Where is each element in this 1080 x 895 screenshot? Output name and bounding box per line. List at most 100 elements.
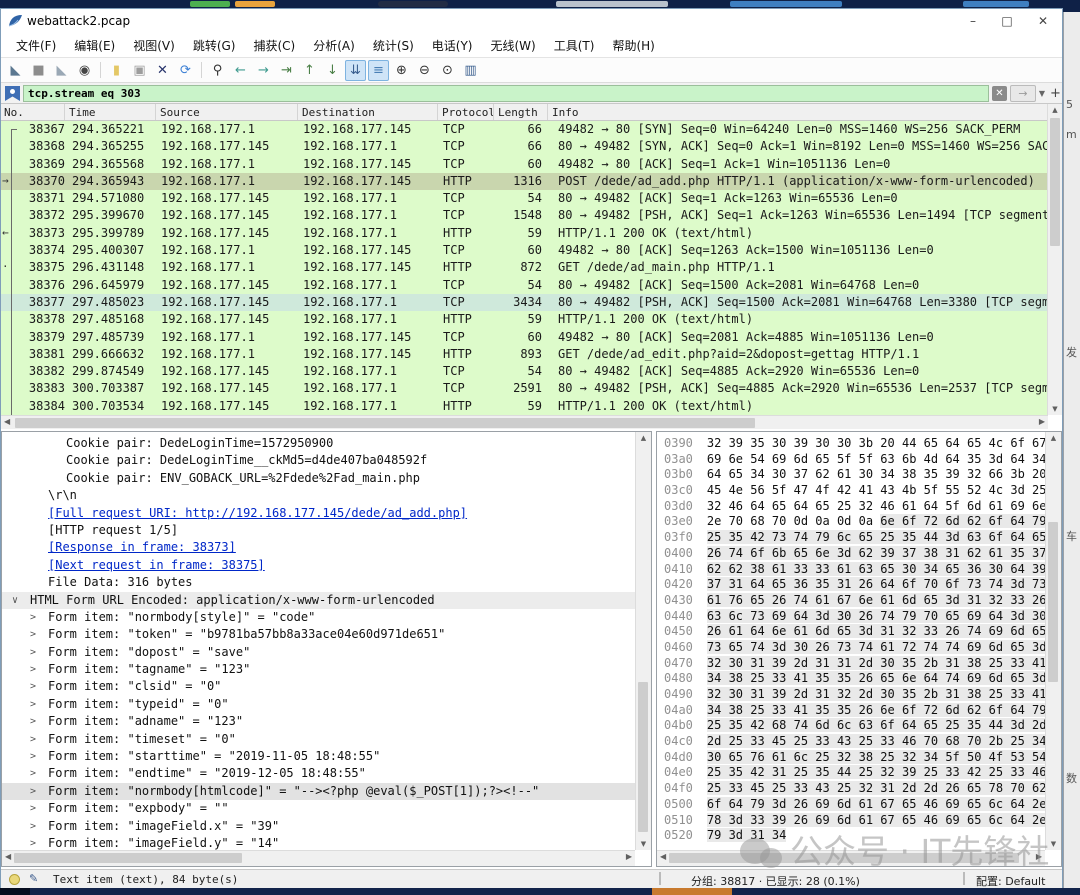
save-file-icon[interactable]: ▣ bbox=[129, 60, 150, 81]
packet-row[interactable]: 38377297.485023192.168.177.145192.168.17… bbox=[1, 294, 1048, 311]
detail-tree-item[interactable]: >Form item: "endtime" = "2019-12-05 18:4… bbox=[2, 765, 635, 782]
menu-item[interactable]: 统计(S) bbox=[364, 34, 423, 57]
packet-row[interactable]: ·38375296.431148192.168.177.1192.168.177… bbox=[1, 259, 1048, 276]
column-header[interactable]: Protocol bbox=[438, 104, 494, 120]
packet-row[interactable]: 38382299.874549192.168.177.145192.168.17… bbox=[1, 363, 1048, 380]
packet-row[interactable]: 38378297.485168192.168.177.145192.168.17… bbox=[1, 311, 1048, 328]
hex-line[interactable]: 047032 30 31 39 2d 31 31 2d 30 35 2b 31 … bbox=[657, 656, 1045, 672]
colorize-icon[interactable]: ≡ bbox=[368, 60, 389, 81]
column-header[interactable]: Source bbox=[156, 104, 298, 120]
packet-row[interactable]: 38372295.399670192.168.177.145192.168.17… bbox=[1, 207, 1048, 224]
go-first-icon[interactable]: ↑ bbox=[299, 60, 320, 81]
hex-line[interactable]: 046073 65 74 3d 30 26 73 74 61 72 74 74 … bbox=[657, 640, 1045, 656]
detail-tree-item[interactable]: Cookie pair: DedeLoginTime__ckMd5=d4de40… bbox=[2, 452, 635, 469]
menu-item[interactable]: 跳转(G) bbox=[184, 34, 245, 57]
zoom-in-icon[interactable]: ⊕ bbox=[391, 60, 412, 81]
column-header[interactable]: Destination bbox=[298, 104, 438, 120]
collapsed-arrow-icon[interactable]: > bbox=[30, 732, 36, 745]
menu-item[interactable]: 帮助(H) bbox=[603, 34, 663, 57]
packet-row[interactable]: 38379297.485739192.168.177.1192.168.177.… bbox=[1, 329, 1048, 346]
detail-tree-item[interactable]: >Form item: "normbody[htmlcode]" = "--><… bbox=[2, 783, 635, 800]
packet-row[interactable]: 38384300.703534192.168.177.145192.168.17… bbox=[1, 398, 1048, 415]
detail-tree-item[interactable]: >Form item: "timeset" = "0" bbox=[2, 731, 635, 748]
detail-tree-item[interactable]: >Form item: "starttime" = "2019-11-05 18… bbox=[2, 748, 635, 765]
hex-line[interactable]: 04f025 33 45 25 33 43 25 32 31 2d 2d 26 … bbox=[657, 781, 1045, 797]
go-forward-icon[interactable]: → bbox=[253, 60, 274, 81]
collapsed-arrow-icon[interactable]: > bbox=[30, 749, 36, 762]
detail-tree-item[interactable]: ∨HTML Form URL Encoded: application/x-ww… bbox=[2, 592, 635, 609]
filter-dropdown-caret-icon[interactable]: ▼ bbox=[1036, 85, 1048, 102]
column-header[interactable]: Time bbox=[65, 104, 156, 120]
detail-tree-item[interactable]: Cookie pair: ENV_GOBACK_URL=%2Fdede%2Fad… bbox=[2, 470, 635, 487]
detail-tree-item[interactable]: >Form item: "adname" = "123" bbox=[2, 713, 635, 730]
filter-clear-icon[interactable]: ✕ bbox=[992, 86, 1007, 101]
hex-line[interactable]: 04a034 38 25 33 41 35 35 26 6e 6f 72 6d … bbox=[657, 703, 1045, 719]
menu-item[interactable]: 工具(T) bbox=[545, 34, 604, 57]
display-filter-input[interactable] bbox=[23, 85, 989, 102]
packet-row[interactable]: 38383300.703387192.168.177.145192.168.17… bbox=[1, 380, 1048, 397]
packet-row[interactable]: 38368294.365255192.168.177.145192.168.17… bbox=[1, 138, 1048, 155]
detail-vscrollbar[interactable]: ▲ ▼ bbox=[635, 432, 651, 850]
packet-list-hscrollbar[interactable]: ◀ ▶ bbox=[1, 415, 1048, 429]
detail-tree-item[interactable]: >Form item: "tagname" = "123" bbox=[2, 661, 635, 678]
restart-capture-icon[interactable]: ◣ bbox=[51, 60, 72, 81]
packet-row[interactable]: →38370294.365943192.168.177.1192.168.177… bbox=[1, 173, 1048, 190]
title-bar[interactable]: webattack2.pcap – □ ✕ bbox=[1, 9, 1062, 34]
menu-item[interactable]: 捕获(C) bbox=[244, 34, 304, 57]
start-capture-icon[interactable]: ◣ bbox=[5, 60, 26, 81]
column-header[interactable]: Length bbox=[494, 104, 548, 120]
detail-tree-item[interactable]: [Next request in frame: 38375] bbox=[2, 557, 635, 574]
collapsed-arrow-icon[interactable]: > bbox=[30, 766, 36, 779]
hex-line[interactable]: 04e025 35 42 31 25 35 44 25 32 39 25 33 … bbox=[657, 765, 1045, 781]
collapsed-arrow-icon[interactable]: > bbox=[30, 784, 36, 797]
expert-info-icon[interactable] bbox=[9, 874, 20, 885]
hex-line[interactable]: 03b064 65 34 30 37 62 61 30 34 38 35 39 … bbox=[657, 467, 1045, 483]
stop-capture-icon[interactable]: ■ bbox=[28, 60, 49, 81]
detail-tree-item[interactable]: >Form item: "imageField.x" = "39" bbox=[2, 818, 635, 835]
detail-tree-item[interactable]: >Form item: "normbody[style]" = "code" bbox=[2, 609, 635, 626]
detail-tree-item[interactable]: >Form item: "typeid" = "0" bbox=[2, 696, 635, 713]
detail-link[interactable]: [Full request URI: http://192.168.177.14… bbox=[48, 506, 467, 520]
collapsed-arrow-icon[interactable]: > bbox=[30, 714, 36, 727]
hex-dump[interactable]: 039032 39 35 30 39 30 30 3b 20 44 65 64 … bbox=[657, 436, 1045, 850]
maximize-button[interactable]: □ bbox=[990, 9, 1024, 34]
resize-columns-icon[interactable]: ▥ bbox=[460, 60, 481, 81]
filter-add-button[interactable]: + bbox=[1049, 85, 1062, 102]
collapsed-arrow-icon[interactable]: > bbox=[30, 627, 36, 640]
hex-line[interactable]: 042037 31 64 65 36 35 31 26 64 6f 70 6f … bbox=[657, 577, 1045, 593]
filter-apply-icon[interactable]: → bbox=[1010, 85, 1036, 102]
packet-list-header[interactable]: No.TimeSourceDestinationProtocolLengthIn… bbox=[1, 104, 1048, 121]
hex-line[interactable]: 03e02e 70 68 70 0d 0a 0d 0a 6e 6f 72 6d … bbox=[657, 514, 1045, 530]
minimize-button[interactable]: – bbox=[956, 9, 990, 34]
packet-row[interactable]: 38381299.666632192.168.177.1192.168.177.… bbox=[1, 346, 1048, 363]
close-file-icon[interactable]: ✕ bbox=[152, 60, 173, 81]
collapsed-arrow-icon[interactable]: > bbox=[30, 645, 36, 658]
collapsed-arrow-icon[interactable]: > bbox=[30, 819, 36, 832]
detail-tree-item[interactable]: Cookie pair: DedeLoginTime=1572950900 bbox=[2, 435, 635, 452]
status-profile[interactable]: 配置: Default bbox=[976, 873, 1045, 889]
menu-item[interactable]: 电话(Y) bbox=[423, 34, 482, 57]
collapsed-arrow-icon[interactable]: > bbox=[30, 836, 36, 849]
hex-vscrollbar[interactable]: ▲ ▼ bbox=[1045, 432, 1061, 850]
detail-tree-item[interactable]: >Form item: "clsid" = "0" bbox=[2, 678, 635, 695]
hex-line[interactable]: 039032 39 35 30 39 30 30 3b 20 44 65 64 … bbox=[657, 436, 1045, 452]
detail-tree-item[interactable]: >Form item: "imageField.y" = "14" bbox=[2, 835, 635, 850]
zoom-normal-icon[interactable]: ⊙ bbox=[437, 60, 458, 81]
collapsed-arrow-icon[interactable]: > bbox=[30, 679, 36, 692]
hex-line[interactable]: 040026 74 6f 6b 65 6e 3d 62 39 37 38 31 … bbox=[657, 546, 1045, 562]
detail-tree-item[interactable]: [Full request URI: http://192.168.177.14… bbox=[2, 505, 635, 522]
hex-line[interactable]: 04c02d 25 33 45 25 33 43 25 33 46 70 68 … bbox=[657, 734, 1045, 750]
collapsed-arrow-icon[interactable]: > bbox=[30, 610, 36, 623]
reload-file-icon[interactable]: ⟳ bbox=[175, 60, 196, 81]
hex-line[interactable]: 044063 6c 73 69 64 3d 30 26 74 79 70 65 … bbox=[657, 609, 1045, 625]
detail-hscrollbar[interactable]: ◀ ▶ bbox=[2, 850, 635, 866]
detail-tree-item[interactable]: >Form item: "token" = "b9781ba57bb8a33ac… bbox=[2, 626, 635, 643]
hex-line[interactable]: 045026 61 64 6e 61 6d 65 3d 31 32 33 26 … bbox=[657, 624, 1045, 640]
hex-line[interactable]: 049032 30 31 39 2d 31 32 2d 30 35 2b 31 … bbox=[657, 687, 1045, 703]
column-header[interactable]: No. bbox=[1, 104, 65, 120]
packet-list-vscrollbar[interactable]: ▲ ▼ bbox=[1047, 104, 1062, 415]
detail-tree-item[interactable]: \r\n bbox=[2, 487, 635, 504]
open-file-icon[interactable]: ▮ bbox=[106, 60, 127, 81]
detail-tree-item[interactable]: >Form item: "expbody" = "" bbox=[2, 800, 635, 817]
hex-line[interactable]: 04d030 65 76 61 6c 25 32 38 25 32 34 5f … bbox=[657, 750, 1045, 766]
